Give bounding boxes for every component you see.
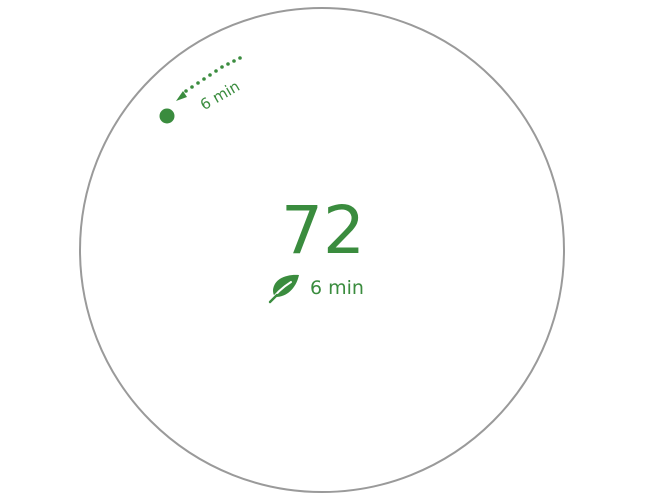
- leaf-icon: [268, 274, 299, 304]
- eco-indicator: 6 min: [266, 272, 364, 304]
- current-temperature-dot: [159, 108, 175, 124]
- target-temperature: 72: [281, 192, 365, 269]
- eco-time-label: 6 min: [310, 277, 364, 299]
